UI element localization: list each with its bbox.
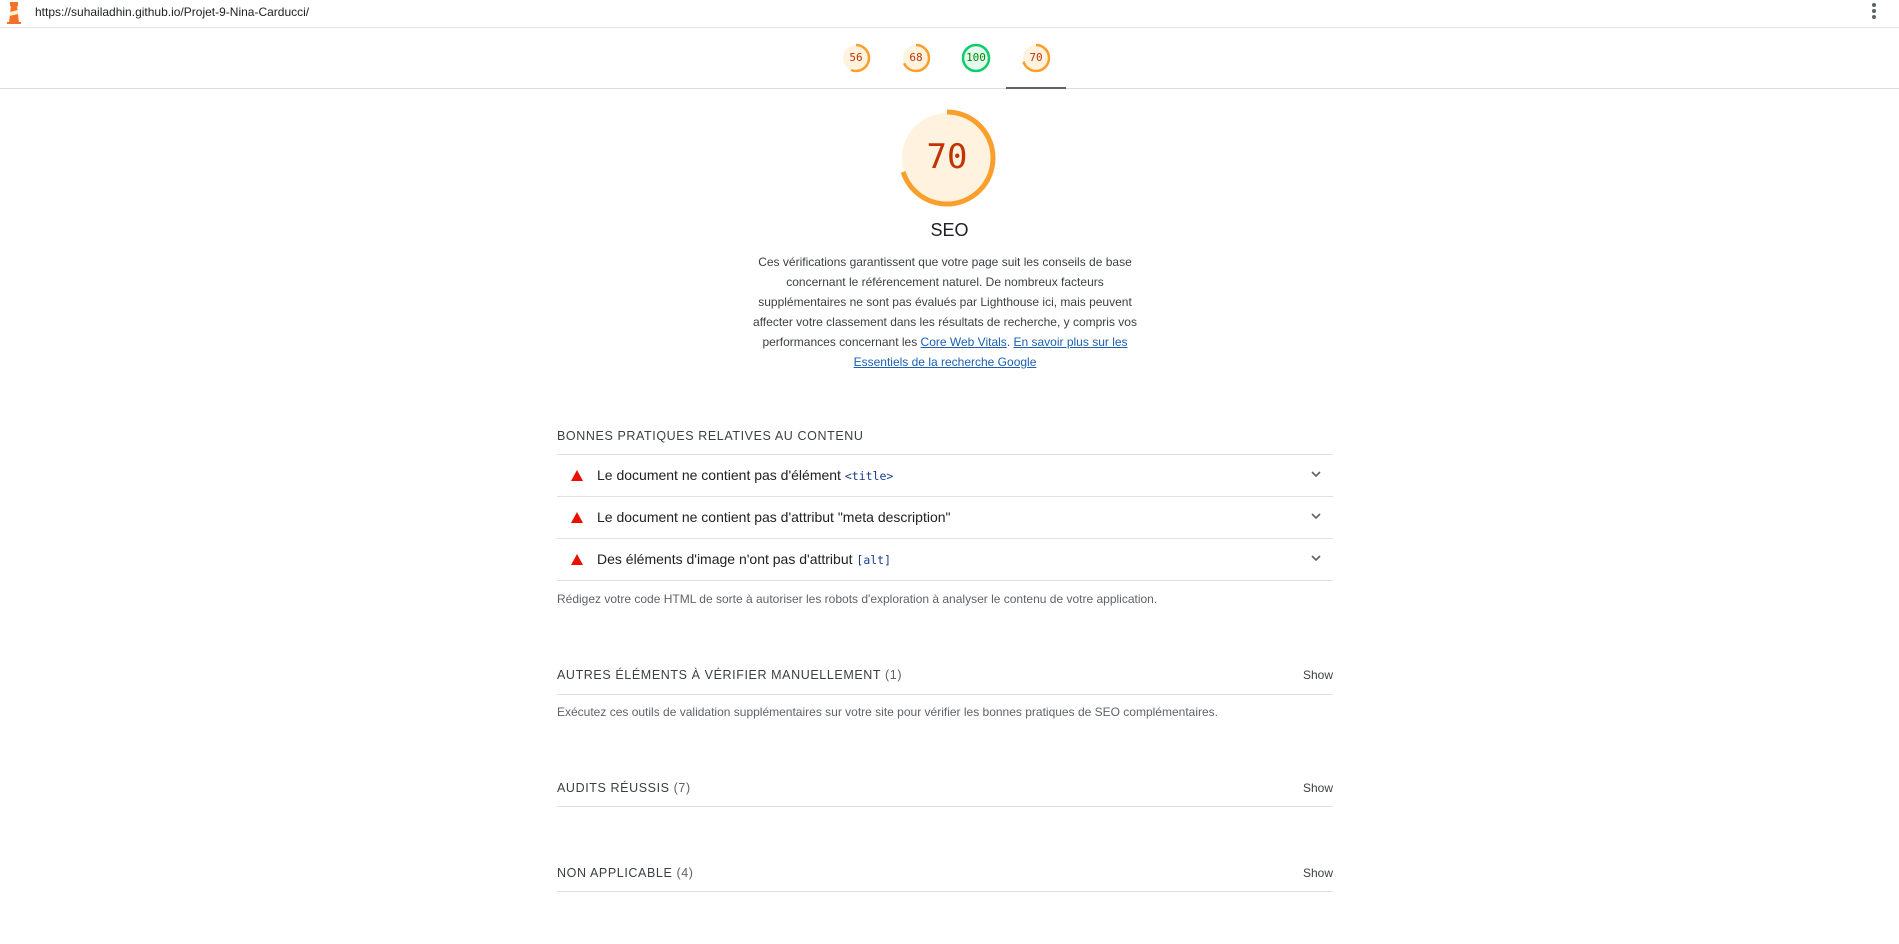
fail-triangle-icon [571, 470, 583, 481]
audit-row-title[interactable]: Le document ne contient pas d'élément <t… [557, 455, 1333, 497]
fail-triangle-icon [571, 512, 583, 523]
divider [557, 694, 1333, 695]
show-button[interactable]: Show [1303, 866, 1333, 880]
score-tab-seo[interactable]: 70 [1006, 28, 1066, 89]
audit-title: Le document ne contient pas d'élément <t… [597, 467, 893, 483]
divider [557, 806, 1333, 807]
category-title: SEO [930, 220, 969, 240]
section-note: Exécutez ces outils de validation supplé… [557, 705, 1219, 719]
category-description: Ces vérifications garantissent que votre… [745, 252, 1145, 372]
lighthouse-logo-icon [7, 2, 21, 24]
section-title-content: Bonnes pratiques relatives au contenu [557, 429, 1333, 443]
score-tab-value: 56 [849, 51, 863, 64]
audit-row-meta-description[interactable]: Le document ne contient pas d'attribut "… [557, 497, 1333, 539]
audit-title: Le document ne contient pas d'attribut "… [597, 509, 951, 525]
audit-title-text: Le document ne contient pas d'attribut "… [597, 509, 951, 525]
show-button[interactable]: Show [1303, 668, 1333, 682]
score-tab-value: 70 [1029, 51, 1043, 64]
score-tab-best-practices[interactable]: 100 [946, 28, 1006, 88]
page-url[interactable]: https://suhailadhin.github.io/Projet-9-N… [35, 5, 309, 19]
section-title-passed[interactable]: Audits réussis (7) Show [557, 781, 1333, 795]
section-count: (7) [673, 781, 691, 795]
chevron-down-icon[interactable] [1309, 467, 1323, 481]
audit-code: [alt] [856, 553, 892, 567]
fail-triangle-icon [571, 554, 583, 565]
section-title-manual[interactable]: Autres éléments à vérifier manuellement … [557, 668, 1333, 682]
divider [557, 891, 1333, 892]
section-title-text: Bonnes pratiques relatives au contenu [557, 429, 864, 443]
score-tab-accessibility[interactable]: 68 [886, 28, 946, 88]
audit-row-image-alt[interactable]: Des éléments d'image n'ont pas d'attribu… [557, 539, 1333, 581]
score-tab-value: 100 [966, 51, 986, 64]
audit-title-text: Des éléments d'image n'ont pas d'attribu… [597, 551, 857, 567]
chevron-down-icon[interactable] [1309, 551, 1323, 565]
score-tab-value: 68 [909, 51, 923, 64]
audit-code: <title> [844, 469, 894, 483]
core-web-vitals-link[interactable]: Core Web Vitals [921, 335, 1007, 349]
section-count: (4) [676, 866, 694, 880]
audit-title: Des éléments d'image n'ont pas d'attribu… [597, 551, 891, 567]
scores-header: 56 68 100 70 [0, 28, 1899, 89]
url-bar: https://suhailadhin.github.io/Projet-9-N… [0, 0, 1899, 28]
more-options-icon[interactable] [1871, 3, 1877, 23]
section-title-text: Autres éléments à vérifier manuellement [557, 668, 881, 682]
seo-score-gauge: 70 [897, 108, 997, 208]
section-title-not-applicable[interactable]: Non applicable (4) Show [557, 866, 1333, 880]
score-tab-performance[interactable]: 56 [826, 28, 886, 88]
show-button[interactable]: Show [1303, 781, 1333, 795]
section-note: Rédigez votre code HTML de sorte à autor… [557, 592, 1158, 606]
seo-score-value: 70 [926, 137, 968, 177]
section-title-text: Audits réussis [557, 781, 670, 795]
chevron-down-icon[interactable] [1309, 509, 1323, 523]
section-count: (1) [885, 668, 903, 682]
audit-title-text: Le document ne contient pas d'élément [597, 467, 845, 483]
section-title-text: Non applicable [557, 866, 673, 880]
